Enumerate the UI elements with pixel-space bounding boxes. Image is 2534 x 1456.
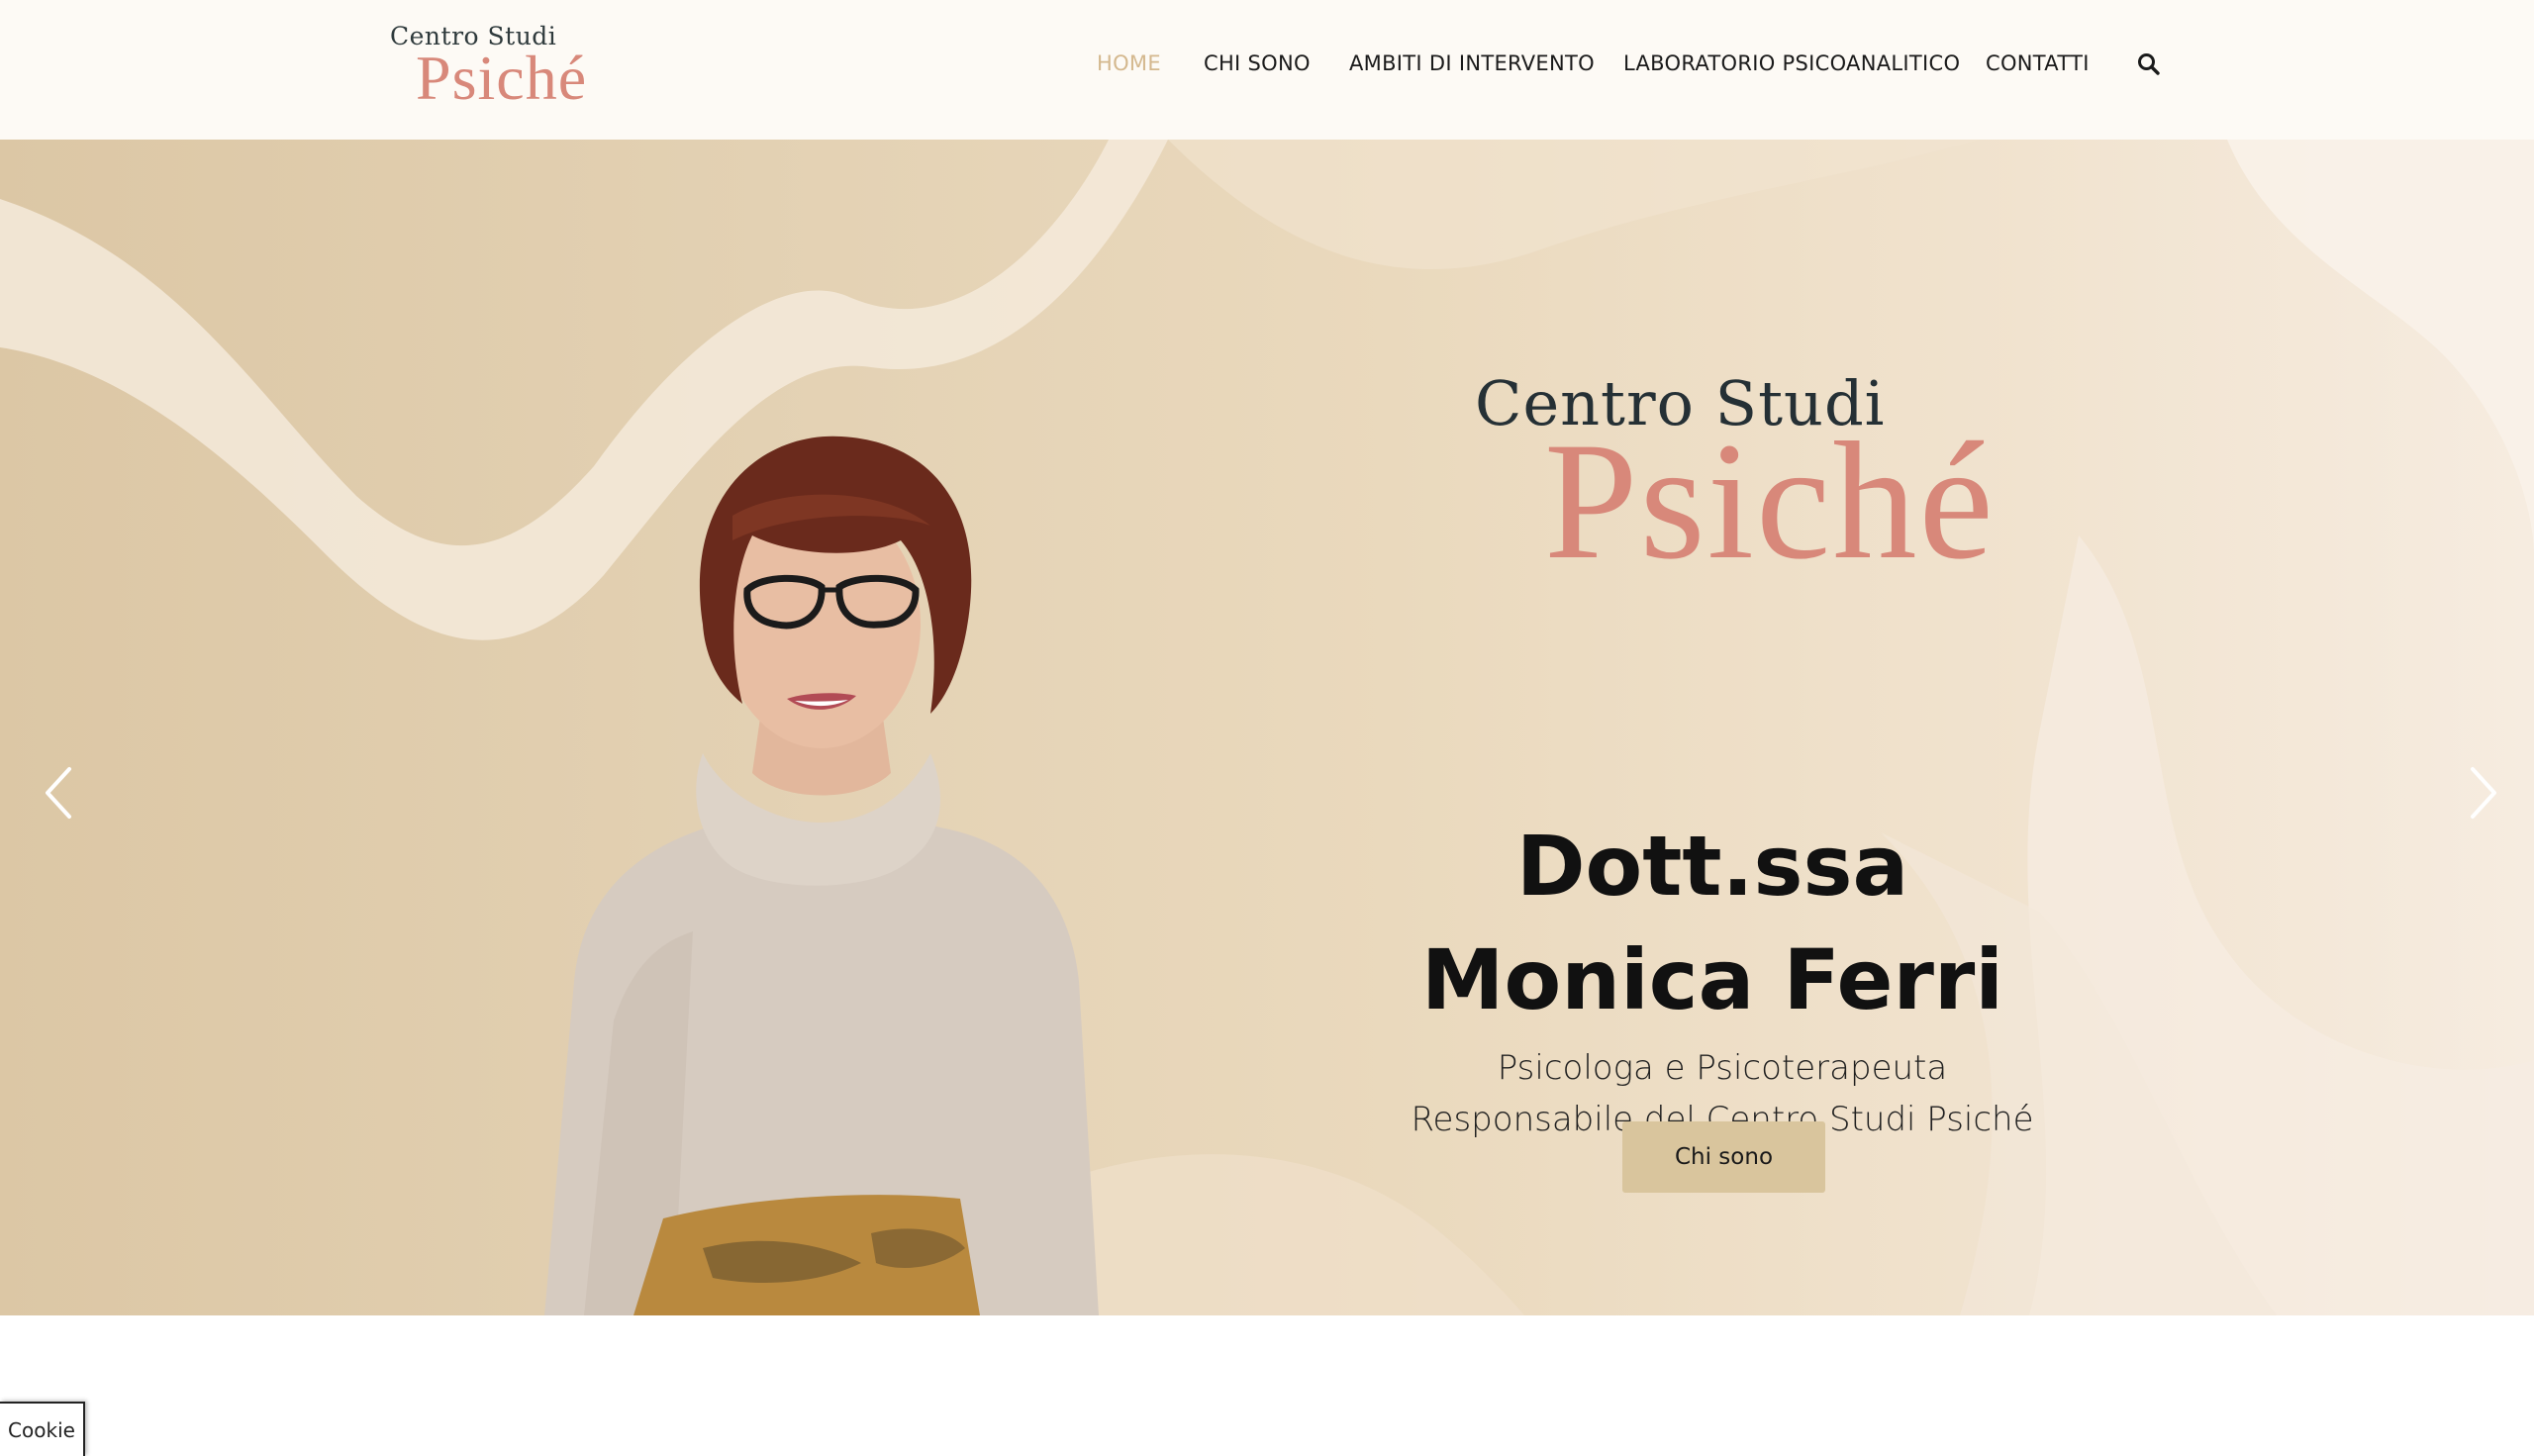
hero-slider: Centro Studi Psiché Dott.ssa Monica Ferr… — [0, 140, 2534, 1315]
search-icon[interactable] — [2136, 51, 2162, 77]
chevron-left-icon[interactable] — [40, 763, 79, 823]
hero-subtitle-line-1: Psicologa e Psicoterapeuta — [1497, 1048, 1948, 1088]
hero-brand-main: Psiché — [1544, 408, 1996, 594]
nav-laboratorio-psicoanalitico[interactable]: LABORATORIO PSICOANALITICO — [1623, 51, 1960, 75]
hero-background-waves — [0, 140, 2534, 1315]
nav-home[interactable]: HOME — [1097, 51, 1161, 75]
nav-contatti[interactable]: CONTATTI — [1986, 51, 2090, 75]
portrait-image — [544, 436, 1099, 1315]
hero-title-line-1: Dott.ssa — [1515, 818, 1909, 915]
hero-title-line-2: Monica Ferri — [1420, 931, 2004, 1028]
nav-chi-sono[interactable]: CHI SONO — [1204, 51, 1311, 75]
cookie-settings-tab[interactable]: Cookie — [0, 1402, 85, 1456]
site-header: Centro Studi Psiché HOME CHI SONO AMBITI… — [0, 0, 2534, 140]
chi-sono-button[interactable]: Chi sono — [1622, 1121, 1825, 1193]
nav-ambiti-di-intervento[interactable]: AMBITI DI INTERVENTO — [1349, 51, 1595, 75]
chevron-right-icon[interactable] — [2463, 763, 2502, 823]
